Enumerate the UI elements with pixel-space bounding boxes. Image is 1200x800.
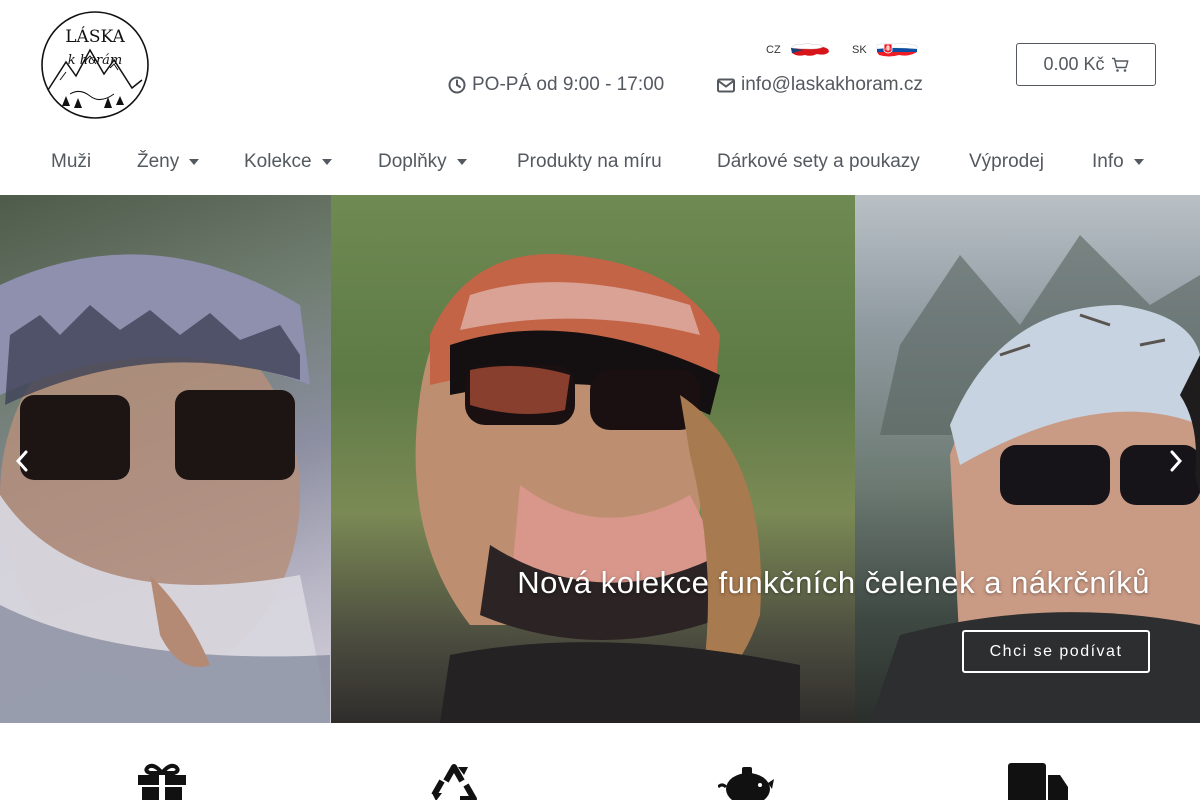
- main-navigation: Muži Ženy Kolekce Doplňky Produkty na mí…: [0, 142, 1200, 182]
- nav-item-muzi[interactable]: Muži: [51, 142, 91, 182]
- language-switch-cz[interactable]: CZ: [766, 40, 831, 60]
- piggy-bank-icon: [718, 767, 774, 800]
- logo-mountains-icon: LÁSKA k horám: [41, 11, 149, 119]
- caret-down-icon: [321, 159, 332, 165]
- nav-item-produkty-na-miru[interactable]: Produkty na míru: [517, 142, 662, 182]
- hero-cta-button[interactable]: Chci se podívat: [962, 630, 1150, 673]
- language-code: SK: [852, 44, 867, 56]
- slovak-flag-icon: [876, 43, 917, 57]
- opening-hours: PO-PÁ od 9:00 - 17:00: [448, 74, 664, 96]
- recycle-icon: [431, 764, 477, 800]
- nav-item-label: Kolekce: [244, 151, 312, 172]
- cart-icon: [1111, 57, 1129, 72]
- caret-down-icon: [1133, 159, 1144, 165]
- language-switch-sk[interactable]: SK: [852, 40, 919, 60]
- site-header: LÁSKA k horám CZ SK PO-PÁ od 9:00 - 17:0…: [0, 0, 1200, 195]
- caret-down-icon: [189, 159, 200, 165]
- czech-flag-icon: [790, 43, 829, 56]
- nav-item-label: Produkty na míru: [517, 151, 662, 172]
- caret-down-icon: [456, 159, 467, 165]
- truck-icon: [1008, 763, 1068, 800]
- nav-item-label: Ženy: [137, 151, 180, 172]
- email-text: info@laskakhoram.cz: [741, 74, 923, 95]
- nav-item-label: Info: [1092, 151, 1124, 172]
- nav-item-doplnky[interactable]: Doplňky: [378, 142, 467, 182]
- svg-text:LÁSKA: LÁSKA: [65, 26, 125, 47]
- gift-icon: [138, 763, 186, 800]
- slider-next-button[interactable]: [1168, 447, 1184, 480]
- nav-item-vyprodej[interactable]: Výprodej: [969, 142, 1044, 182]
- nav-item-label: Dárkové sety a poukazy: [717, 151, 920, 172]
- nav-item-zeny[interactable]: Ženy: [137, 142, 200, 182]
- clock-icon: [448, 76, 466, 94]
- language-code: CZ: [766, 44, 781, 56]
- nav-item-darkove-sety[interactable]: Dárkové sety a poukazy: [717, 142, 920, 182]
- slider-prev-button[interactable]: [14, 447, 30, 480]
- cart-button[interactable]: 0.00 Kč: [1016, 43, 1156, 86]
- cart-total: 0.00 Kč: [1043, 54, 1105, 74]
- features-strip: [0, 723, 1200, 800]
- chevron-left-icon: [15, 450, 28, 472]
- nav-item-info[interactable]: Info: [1092, 142, 1144, 182]
- nav-item-kolekce[interactable]: Kolekce: [244, 142, 332, 182]
- nav-item-label: Výprodej: [969, 151, 1044, 172]
- email-link[interactable]: info@laskakhoram.cz: [717, 74, 923, 96]
- opening-hours-text: PO-PÁ od 9:00 - 17:00: [472, 74, 665, 95]
- hero-title: Nová kolekce funkčních čelenek a nákrční…: [517, 565, 1150, 600]
- nav-item-label: Doplňky: [378, 151, 447, 172]
- brand-logo[interactable]: LÁSKA k horám: [40, 10, 150, 120]
- hero-slider: Nová kolekce funkčních čelenek a nákrční…: [0, 195, 1200, 723]
- chevron-right-icon: [1170, 450, 1183, 472]
- envelope-icon: [717, 78, 735, 92]
- nav-item-label: Muži: [51, 151, 92, 172]
